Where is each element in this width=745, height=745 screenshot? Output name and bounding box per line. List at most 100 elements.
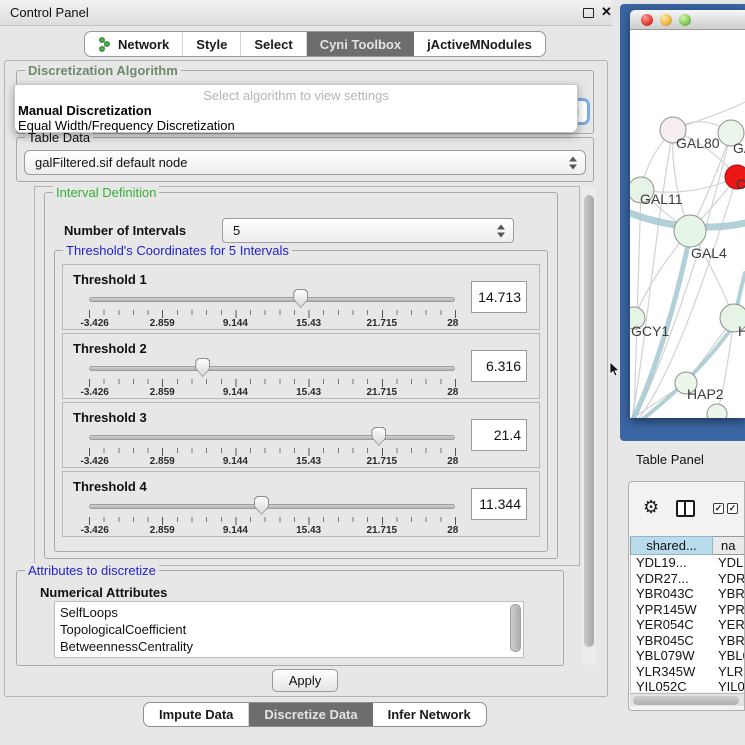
- table-cell[interactable]: YPR145W: [631, 602, 714, 618]
- list-item[interactable]: TopologicalCoefficient: [60, 621, 523, 638]
- table-data-combobox[interactable]: galFiltered.sif default node: [24, 150, 586, 175]
- table-row[interactable]: YBL079WYBL0: [631, 648, 744, 664]
- scrollbar-thumb[interactable]: [584, 195, 594, 647]
- slider-track[interactable]: [89, 435, 455, 440]
- checkbox-icon[interactable]: ✓: [727, 503, 738, 514]
- table-row[interactable]: YLR345WYLR3: [631, 664, 744, 680]
- application-window: Control Panel ✕ Network Style Select Cyn…: [0, 0, 745, 745]
- tab-jactivemnodules[interactable]: jActiveMNodules: [414, 32, 545, 56]
- gear-icon[interactable]: ⚙: [643, 498, 659, 516]
- table-row[interactable]: YIL052CYIL0: [631, 679, 744, 692]
- tab-select[interactable]: Select: [241, 32, 306, 56]
- table-horizontal-scrollbar[interactable]: [630, 693, 744, 706]
- threshold-slider[interactable]: -3.4262.8599.14415.4321.71528: [89, 334, 456, 400]
- split-view-icon[interactable]: [676, 500, 695, 517]
- tab-impute-data[interactable]: Impute Data: [144, 703, 249, 726]
- scrollbar-thumb[interactable]: [633, 696, 739, 705]
- threshold-slider[interactable]: -3.4262.8599.14415.4321.71528: [89, 265, 456, 331]
- node-label: H: [738, 323, 745, 339]
- node: [707, 404, 727, 418]
- algorithm-option-manual[interactable]: Manual Discretization: [15, 103, 577, 118]
- list-item[interactable]: BetweennessCentrality: [60, 638, 523, 655]
- threshold-value-field[interactable]: 11.344: [471, 488, 527, 520]
- tab-network-label: Network: [118, 37, 169, 52]
- table-row[interactable]: YBR043CYBR0: [631, 586, 744, 602]
- algorithm-prompt-item[interactable]: Select algorithm to view settings: [15, 85, 577, 103]
- threshold-value-field[interactable]: 21.4: [471, 419, 527, 451]
- slider-tick-labels: -3.4262.8599.14415.4321.71528: [89, 456, 455, 468]
- table-cell[interactable]: YBL0: [714, 648, 744, 664]
- tab-style[interactable]: Style: [183, 32, 241, 56]
- close-traffic-light-icon[interactable]: [641, 14, 653, 26]
- slider-tick-labels: -3.4262.8599.14415.4321.71528: [89, 387, 455, 399]
- threshold-value-field[interactable]: 6.316: [471, 350, 527, 382]
- slider-track[interactable]: [89, 366, 455, 371]
- table-cell[interactable]: YDL19...: [631, 555, 714, 571]
- thresholds-group-title: Threshold's Coordinates for 5 Intervals: [63, 243, 292, 258]
- threshold-value-field[interactable]: 14.713: [471, 281, 527, 313]
- network-canvas[interactable]: GAL80 GA C GAL11 GAL4 GCY1 H HAP2: [630, 30, 745, 418]
- tab-discretize-data[interactable]: Discretize Data: [249, 703, 372, 726]
- network-view-window: GAL80 GA C GAL11 GAL4 GCY1 H HAP2: [630, 10, 745, 418]
- list-item[interactable]: SelfLoops: [60, 604, 523, 621]
- algorithm-option-equal-width[interactable]: Equal Width/Frequency Discretization: [15, 118, 577, 133]
- column-header-name[interactable]: na: [713, 536, 744, 555]
- tick-label: 2.859: [150, 387, 175, 398]
- slider-handle[interactable]: [254, 496, 269, 515]
- table-cell[interactable]: YDR27...: [631, 571, 714, 587]
- zoom-traffic-light-icon[interactable]: [679, 14, 691, 26]
- table-cell[interactable]: YBL079W: [631, 648, 714, 664]
- table-cell[interactable]: YIL052C: [631, 679, 714, 692]
- slider-ticks: [89, 379, 456, 387]
- list-scrollbar[interactable]: [510, 604, 521, 655]
- table-cell[interactable]: YER0: [714, 617, 744, 633]
- table-cell[interactable]: YBR043C: [631, 586, 714, 602]
- table-row[interactable]: YDR27...YDR2: [631, 571, 744, 587]
- tick-label: 2.859: [150, 525, 175, 536]
- table-cell[interactable]: YBR0: [714, 633, 744, 649]
- tick-label: 28: [447, 525, 458, 536]
- node-table: shared... na YDL19...YDL1YDR27...YDR2YBR…: [630, 536, 744, 692]
- table-row[interactable]: YDL19...YDL1: [631, 555, 744, 571]
- table-header-row: shared... na: [630, 536, 744, 555]
- table-cell[interactable]: YLR345W: [631, 664, 714, 680]
- tab-infer-network[interactable]: Infer Network: [373, 703, 486, 726]
- slider-handle[interactable]: [371, 427, 386, 446]
- panel-vertical-scrollbar[interactable]: [582, 187, 596, 665]
- table-cell[interactable]: YLR3: [714, 664, 744, 680]
- table-row[interactable]: YER054CYER0: [631, 617, 744, 633]
- close-icon[interactable]: ✕: [601, 4, 612, 20]
- mouse-cursor: [609, 362, 621, 378]
- node-label: GAL11: [640, 191, 683, 207]
- column-header-shared-name[interactable]: shared...: [630, 536, 713, 555]
- numerical-attributes-list[interactable]: SelfLoopsTopologicalCoefficientBetweenne…: [54, 601, 524, 658]
- table-cell[interactable]: YDR2: [714, 571, 744, 587]
- checkbox-icon[interactable]: ✓: [713, 503, 724, 514]
- table-row[interactable]: YPR145WYPR1: [631, 602, 744, 618]
- float-window-icon[interactable]: [583, 8, 594, 18]
- discretization-algorithm-group-title: Discretization Algorithm: [25, 63, 181, 78]
- tick-label: 28: [447, 456, 458, 467]
- network-window-titlebar[interactable]: [630, 10, 745, 30]
- table-cell[interactable]: YDL1: [714, 555, 744, 571]
- slider-track[interactable]: [89, 504, 455, 509]
- slider-handle[interactable]: [293, 289, 308, 308]
- node-label: GCY1: [631, 323, 669, 339]
- table-cell[interactable]: YPR1: [714, 602, 744, 618]
- table-row[interactable]: YBR045CYBR0: [631, 633, 744, 649]
- slider-handle[interactable]: [195, 358, 210, 377]
- minimize-traffic-light-icon[interactable]: [660, 14, 672, 26]
- table-cell[interactable]: YER054C: [631, 617, 714, 633]
- tab-cyni-toolbox[interactable]: Cyni Toolbox: [307, 32, 414, 56]
- table-cell[interactable]: YBR0: [714, 586, 744, 602]
- slider-track[interactable]: [89, 297, 455, 302]
- number-of-intervals-combobox[interactable]: 5: [222, 218, 514, 243]
- table-cell[interactable]: YBR045C: [631, 633, 714, 649]
- apply-button[interactable]: Apply: [272, 669, 338, 692]
- threshold-slider[interactable]: -3.4262.8599.14415.4321.71528: [89, 403, 456, 469]
- threshold-slider[interactable]: -3.4262.8599.14415.4321.71528: [89, 472, 456, 538]
- tick-label: 2.859: [150, 456, 175, 467]
- tab-network[interactable]: Network: [85, 32, 183, 56]
- threshold-panel: Threshold 3 -3.4262.8599.14415.4321.7152…: [62, 402, 540, 468]
- table-cell[interactable]: YIL0: [714, 679, 744, 692]
